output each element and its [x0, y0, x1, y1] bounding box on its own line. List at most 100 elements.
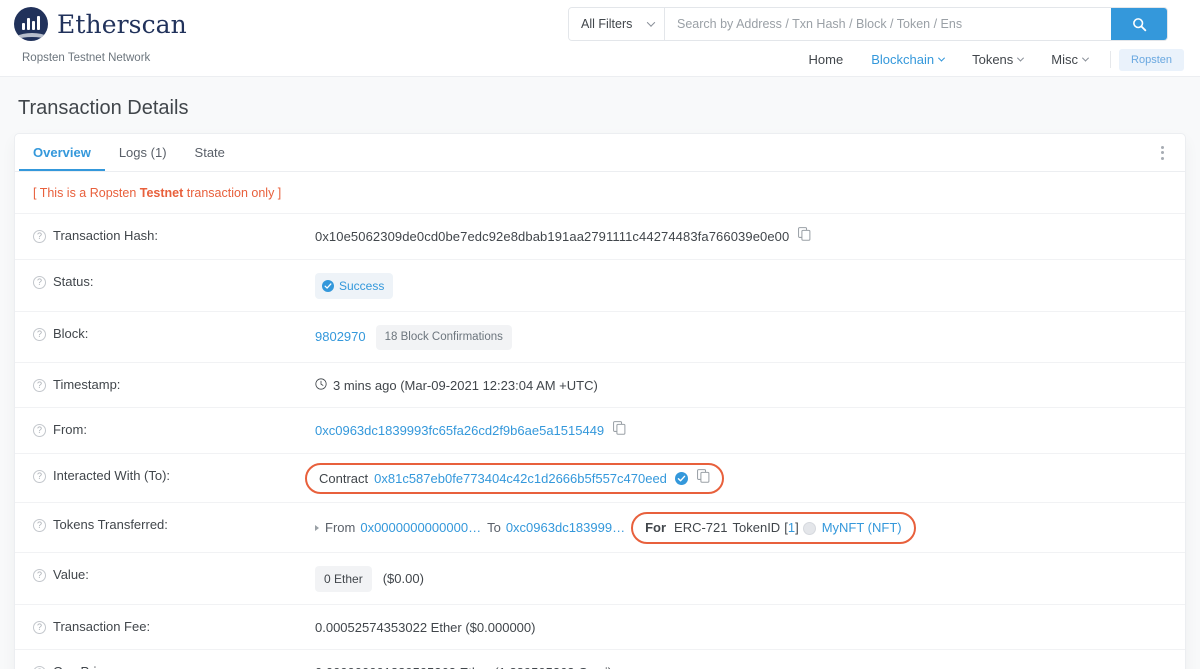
- token-name-link[interactable]: MyNFT (NFT): [822, 518, 902, 538]
- tab-bar: Overview Logs (1) State: [15, 134, 1185, 172]
- row-label: ? Value:: [33, 566, 315, 582]
- row-value-amount: ? Value: 0 Ether ($0.00): [15, 551, 1185, 604]
- search-icon: [1132, 17, 1146, 31]
- help-icon[interactable]: ?: [33, 327, 46, 341]
- token-to-address-link[interactable]: 0xc0963dc183999…: [506, 518, 625, 538]
- network-switch-badge[interactable]: Ropsten: [1119, 48, 1184, 71]
- token-for-label: For: [645, 520, 667, 536]
- ether-amount-badge: 0 Ether: [315, 565, 372, 592]
- main-navigation: Home Blockchain Tokens Misc Ropsten: [795, 48, 1184, 71]
- row-label: ? Status:: [33, 273, 315, 289]
- help-icon[interactable]: ?: [33, 230, 46, 243]
- help-icon[interactable]: ?: [33, 424, 46, 438]
- from-address-link[interactable]: 0xc0963dc1839993fc65fa26cd2f9b6ae5a15154…: [315, 421, 604, 441]
- token-standard: ERC-721: [674, 520, 728, 536]
- row-label: ? Timestamp:: [33, 376, 315, 392]
- token-id-link[interactable]: 1: [788, 518, 795, 538]
- token-to-label: To: [487, 520, 501, 536]
- row-label: ? Transaction Fee:: [33, 618, 315, 634]
- caret-right-icon: [315, 525, 319, 531]
- contract-address-link[interactable]: 0x81c587eb0fe773404c42c1d2666b5f557c470e…: [374, 469, 667, 489]
- clock-icon: [315, 376, 327, 396]
- block-number-link[interactable]: 9802970: [315, 327, 366, 347]
- transaction-card: Overview Logs (1) State [ This is a Rops…: [14, 133, 1186, 669]
- row-label: ? Transaction Hash:: [33, 227, 315, 243]
- chevron-down-icon: [938, 54, 946, 62]
- nav-label: Tokens: [972, 52, 1014, 67]
- search-input[interactable]: [665, 8, 1111, 40]
- notice-bold: Testnet: [139, 186, 184, 200]
- chevron-down-icon: [1017, 54, 1025, 62]
- timestamp-value: 3 mins ago (Mar-09-2021 12:23:04 AM +UTC…: [333, 377, 598, 393]
- status-badge: Success: [315, 272, 394, 299]
- row-label: ? Block:: [33, 325, 315, 341]
- check-circle-icon: [322, 279, 334, 292]
- label-text: Status:: [53, 273, 94, 289]
- nav-divider: [1110, 51, 1112, 68]
- tab-logs[interactable]: Logs (1): [105, 135, 181, 171]
- all-filters-label: All Filters: [581, 17, 633, 31]
- search-button[interactable]: [1111, 8, 1167, 40]
- label-text: Block:: [53, 325, 89, 341]
- help-icon[interactable]: ?: [33, 378, 46, 392]
- status-text: Success: [339, 278, 385, 293]
- row-transaction-hash: ? Transaction Hash: 0x10e5062309de0cd0be…: [15, 213, 1185, 259]
- nav-item-misc[interactable]: Misc: [1037, 48, 1102, 71]
- row-label: ? Tokens Transferred:: [33, 516, 315, 533]
- block-confirmations-badge: 18 Block Confirmations: [375, 324, 512, 350]
- label-text: Transaction Hash:: [53, 228, 159, 243]
- row-value: Contract 0x81c587eb0fe773404c42c1d2666b5…: [305, 462, 1185, 495]
- nav-label: Blockchain: [871, 52, 935, 67]
- row-from: ? From: 0xc0963dc1839993fc65fa26cd2f9b6a…: [15, 407, 1185, 453]
- token-highlight-box: For ERC-721 TokenID [1] MyNFT (NFT): [631, 512, 916, 544]
- tab-state[interactable]: State: [181, 135, 239, 171]
- label-text: Transaction Fee:: [53, 618, 151, 634]
- nav-label: Home: [808, 52, 844, 67]
- contract-highlight-box: Contract 0x81c587eb0fe773404c42c1d2666b5…: [305, 462, 724, 495]
- gas-price-value: 0.000000001889505363 Ether (1.889505363 …: [315, 663, 612, 669]
- row-value: Success: [315, 272, 1185, 299]
- all-filters-dropdown[interactable]: All Filters: [569, 8, 665, 40]
- row-interacted-with: ? Interacted With (To): Contract 0x81c58…: [15, 452, 1185, 503]
- row-value: 0 Ether ($0.00): [315, 565, 1185, 592]
- help-icon[interactable]: ?: [33, 620, 46, 634]
- row-value: 0xc0963dc1839993fc65fa26cd2f9b6ae5a15154…: [315, 421, 1185, 441]
- contract-prefix: Contract: [319, 470, 369, 486]
- row-timestamp: ? Timestamp: 3 mins ago (Mar-09-2021 12:…: [15, 361, 1185, 408]
- help-icon[interactable]: ?: [33, 519, 46, 533]
- brand-logo[interactable]: Etherscan: [14, 7, 187, 41]
- help-icon[interactable]: ?: [33, 275, 46, 289]
- nav-item-home[interactable]: Home: [795, 48, 858, 71]
- brand-name: Etherscan: [57, 9, 187, 39]
- token-id-bracket-close: ]: [795, 520, 799, 536]
- more-options-icon[interactable]: [1149, 140, 1175, 166]
- row-value: 3 mins ago (Mar-09-2021 12:23:04 AM +UTC…: [315, 376, 1185, 396]
- label-text: Interacted With (To):: [53, 467, 171, 483]
- token-from-address-link[interactable]: 0x0000000000000…: [360, 518, 481, 538]
- transaction-hash-value: 0x10e5062309de0cd0be7edc92e8dbab191aa279…: [315, 229, 790, 244]
- row-status: ? Status: Success: [15, 258, 1185, 311]
- token-avatar-icon: [802, 521, 816, 535]
- help-icon[interactable]: ?: [33, 568, 46, 582]
- copy-icon[interactable]: [696, 468, 710, 489]
- help-icon[interactable]: ?: [33, 469, 46, 483]
- row-gas-price: ? Gas Price: 0.000000001889505363 Ether …: [15, 649, 1185, 669]
- copy-icon[interactable]: [613, 421, 626, 441]
- copy-icon[interactable]: [798, 227, 811, 247]
- row-value: 9802970 18 Block Confirmations: [315, 324, 1185, 350]
- site-header: Etherscan Ropsten Testnet Network All Fi…: [0, 0, 1200, 77]
- nav-item-tokens[interactable]: Tokens: [958, 48, 1037, 71]
- usd-value: ($0.00): [382, 571, 424, 586]
- page-body: Transaction Details Overview Logs (1) St…: [0, 97, 1200, 669]
- tab-overview[interactable]: Overview: [19, 135, 105, 171]
- row-label: ? Interacted With (To):: [33, 467, 315, 483]
- label-text: Value:: [53, 566, 89, 582]
- label-text: Gas Price:: [53, 664, 114, 669]
- nav-label: Misc: [1051, 52, 1079, 67]
- row-tokens-transferred: ? Tokens Transferred: From 0x00000000000…: [15, 502, 1185, 552]
- nav-item-blockchain[interactable]: Blockchain: [857, 48, 958, 71]
- row-value: From 0x0000000000000… To 0xc0963dc183999…: [315, 512, 1185, 544]
- row-label: ? From:: [33, 421, 315, 438]
- row-value: 0x10e5062309de0cd0be7edc92e8dbab191aa279…: [315, 227, 1185, 247]
- notice-suffix: transaction only ]: [183, 186, 282, 200]
